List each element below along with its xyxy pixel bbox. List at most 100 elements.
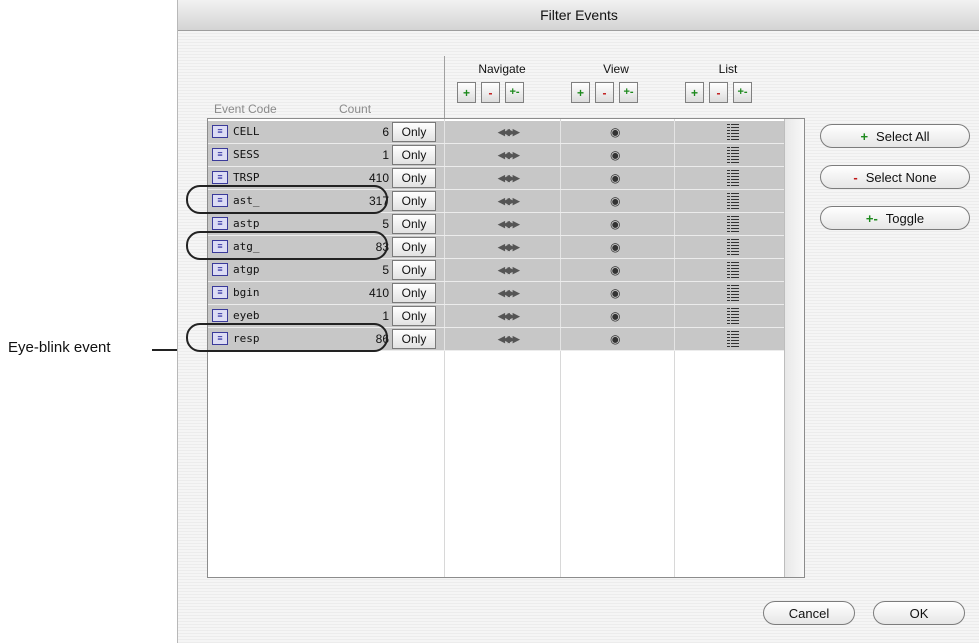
- select-none-label: Select None: [865, 169, 937, 185]
- toggle-icon: +-: [865, 210, 878, 226]
- list-icon[interactable]: [727, 262, 739, 278]
- navigate-arrows-icon[interactable]: ◀◀▶▶: [498, 265, 520, 276]
- only-button[interactable]: Only: [392, 145, 436, 165]
- only-button[interactable]: Only: [392, 214, 436, 234]
- only-button[interactable]: Only: [392, 329, 436, 349]
- column-header-event-code: Event Code: [214, 102, 277, 116]
- toggle-label: Toggle: [885, 210, 925, 226]
- plus-icon: +: [576, 85, 584, 100]
- event-code-cell: ≡ atgp 5 Only: [208, 259, 444, 281]
- list-icon[interactable]: [727, 239, 739, 255]
- cancel-button[interactable]: Cancel: [763, 601, 855, 625]
- navigate-select-none-button[interactable]: -: [481, 82, 500, 103]
- list-toggle-button[interactable]: +-: [733, 82, 752, 103]
- list-select-all-button[interactable]: +: [685, 82, 704, 103]
- select-all-label: Select All: [876, 128, 930, 144]
- event-count: 6: [382, 125, 389, 139]
- eye-icon[interactable]: ◉: [610, 125, 620, 139]
- list-icon[interactable]: [727, 124, 739, 140]
- group-label-navigate: Navigate: [478, 62, 526, 76]
- eye-icon[interactable]: ◉: [610, 240, 620, 254]
- event-code: SESS: [233, 148, 260, 161]
- eye-icon[interactable]: ◉: [610, 309, 620, 323]
- only-button[interactable]: Only: [392, 191, 436, 211]
- toggle-icon: +-: [623, 86, 634, 98]
- toggle-icon: +-: [509, 86, 520, 98]
- event-count: 1: [382, 309, 389, 323]
- event-code: atgp: [233, 263, 260, 276]
- eye-icon[interactable]: ◉: [610, 263, 620, 277]
- list-icon[interactable]: [727, 193, 739, 209]
- only-button[interactable]: Only: [392, 122, 436, 142]
- eye-icon[interactable]: ◉: [610, 194, 620, 208]
- event-code-cell: ≡ bgin 410 Only: [208, 282, 444, 304]
- minus-icon: -: [602, 85, 607, 100]
- group-label-view: View: [603, 62, 629, 76]
- ok-button[interactable]: OK: [873, 601, 965, 625]
- navigate-toggle-button[interactable]: +-: [505, 82, 524, 103]
- list-icon[interactable]: [727, 170, 739, 186]
- plus-icon: +: [462, 85, 470, 100]
- table-row[interactable]: ≡ CELL 6 Only ◀◀▶▶ ◉: [208, 121, 784, 144]
- navigate-arrows-icon[interactable]: ◀◀▶▶: [498, 196, 520, 207]
- eye-icon[interactable]: ◉: [610, 148, 620, 162]
- eye-icon[interactable]: ◉: [610, 286, 620, 300]
- plus-icon: +: [860, 128, 869, 144]
- event-code-cell: ≡ SESS 1 Only: [208, 144, 444, 166]
- minus-icon: -: [716, 85, 721, 100]
- cancel-label: Cancel: [788, 605, 830, 621]
- eye-icon[interactable]: ◉: [610, 332, 620, 346]
- list-icon[interactable]: [727, 285, 739, 301]
- title-bar: Filter Events: [178, 0, 979, 31]
- highlight-ring: [186, 323, 388, 352]
- table-scrollbar[interactable]: [784, 119, 804, 577]
- highlight-ring: [186, 231, 388, 260]
- list-icon[interactable]: [727, 308, 739, 324]
- navigate-arrows-icon[interactable]: ◀◀▶▶: [498, 311, 520, 322]
- only-button[interactable]: Only: [392, 237, 436, 257]
- event-code: eyeb: [233, 309, 260, 322]
- only-button[interactable]: Only: [392, 306, 436, 326]
- navigate-arrows-icon[interactable]: ◀◀▶▶: [498, 288, 520, 299]
- navigate-arrows-icon[interactable]: ◀◀▶▶: [498, 334, 520, 345]
- eye-icon[interactable]: ◉: [610, 171, 620, 185]
- event-tag-icon: ≡: [212, 217, 228, 230]
- event-tag-icon: ≡: [212, 309, 228, 322]
- minus-icon: -: [853, 169, 858, 185]
- event-count: 410: [368, 171, 389, 185]
- event-count: 1: [382, 148, 389, 162]
- select-none-button[interactable]: - Select None: [820, 165, 970, 189]
- navigate-select-all-button[interactable]: +: [457, 82, 476, 103]
- plus-icon: +: [690, 85, 698, 100]
- event-code: bgin: [233, 286, 260, 299]
- eye-icon[interactable]: ◉: [610, 217, 620, 231]
- event-tag-icon: ≡: [212, 125, 228, 138]
- event-count: 5: [382, 263, 389, 277]
- navigate-arrows-icon[interactable]: ◀◀▶▶: [498, 127, 520, 138]
- list-icon[interactable]: [727, 147, 739, 163]
- event-tag-icon: ≡: [212, 263, 228, 276]
- table-row[interactable]: ≡ atgp 5 Only ◀◀▶▶ ◉: [208, 259, 784, 282]
- minus-icon: -: [488, 85, 493, 100]
- list-icon[interactable]: [727, 331, 739, 347]
- header-separator: [444, 56, 445, 118]
- view-toggle-button[interactable]: +-: [619, 82, 638, 103]
- list-select-none-button[interactable]: -: [709, 82, 728, 103]
- table-row[interactable]: ≡ SESS 1 Only ◀◀▶▶ ◉: [208, 144, 784, 167]
- select-all-button[interactable]: + Select All: [820, 124, 970, 148]
- only-button[interactable]: Only: [392, 283, 436, 303]
- view-select-none-button[interactable]: -: [595, 82, 614, 103]
- view-select-all-button[interactable]: +: [571, 82, 590, 103]
- navigate-arrows-icon[interactable]: ◀◀▶▶: [498, 150, 520, 161]
- navigate-arrows-icon[interactable]: ◀◀▶▶: [498, 242, 520, 253]
- navigate-arrows-icon[interactable]: ◀◀▶▶: [498, 173, 520, 184]
- navigate-arrows-icon[interactable]: ◀◀▶▶: [498, 219, 520, 230]
- event-count: 410: [368, 286, 389, 300]
- event-code-cell: ≡ CELL 6 Only: [208, 121, 444, 143]
- toggle-button[interactable]: +- Toggle: [820, 206, 970, 230]
- list-icon[interactable]: [727, 216, 739, 232]
- only-button[interactable]: Only: [392, 168, 436, 188]
- only-button[interactable]: Only: [392, 260, 436, 280]
- table-row[interactable]: ≡ bgin 410 Only ◀◀▶▶ ◉: [208, 282, 784, 305]
- window-title: Filter Events: [540, 7, 618, 23]
